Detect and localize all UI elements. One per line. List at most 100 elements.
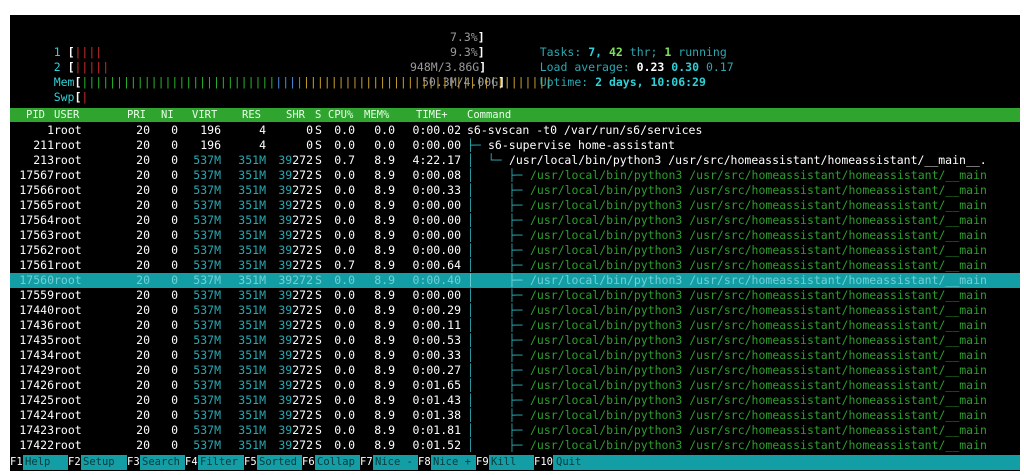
cell-command: /usr/local/bin/python3 /usr/src/homeassi… (530, 408, 987, 422)
process-table-header[interactable]: PID USER PRI NI VIRT RES SHR S CPU% MEM%… (10, 108, 1020, 122)
cell-cpu: 0.0 (334, 168, 355, 182)
fkey-label[interactable]: Filter (200, 455, 238, 470)
process-row[interactable]: 17566 root 20 0 537M 351M 39272 S 0.0 8.9 0:00.33 │… (10, 183, 1020, 198)
cell-command: /usr/local/bin/python3 /usr/src/homeassi… (530, 318, 987, 332)
col-virt[interactable]: VIRT (192, 108, 217, 122)
cell-virt: 196 (200, 123, 221, 137)
fkey-label[interactable]: Nice + (433, 455, 471, 470)
cell-shr: 39272 (278, 228, 313, 242)
process-row[interactable]: 17435 root 20 0 537M 351M 39272 S 0.0 8.9 0:00.53 │… (10, 333, 1020, 348)
cell-mem: 0.0 (374, 123, 395, 137)
process-row[interactable]: 17422 root 20 0 537M 351M 39272 S 0.0 8.9 0:01.52 │… (10, 438, 1020, 453)
cell-ni: 0 (171, 168, 178, 182)
fkey-nice[interactable]: F8 (418, 455, 431, 470)
col-mem[interactable]: MEM% (364, 108, 389, 122)
col-ni[interactable]: NI (161, 108, 174, 122)
cell-user: root (54, 408, 82, 422)
cell-shr: 39272 (278, 153, 313, 167)
process-row[interactable]: 17561 root 20 0 537M 351M 39272 S 0.7 8.9 0:00.64 │… (10, 258, 1020, 273)
cell-virt: 537M (193, 438, 221, 452)
fkey-setup[interactable]: F2 (68, 455, 81, 470)
fkey-collap[interactable]: F6 (302, 455, 315, 470)
fkey-label[interactable]: Setup (83, 455, 115, 470)
cell-s: S (315, 393, 322, 407)
cell-pid: 17440 (19, 303, 54, 317)
process-row[interactable]: 1 root 20 0 196 4 0 S 0.0 0.0 0:00.02 s6-svscan -t0… (10, 123, 1020, 138)
cell-res: 351M (238, 273, 266, 287)
process-row[interactable]: 211 root 20 0 196 4 0 S 0.0 0.0 0:00.00 ├─ s6-superv… (10, 138, 1020, 153)
fkey-search[interactable]: F3 (127, 455, 140, 470)
load15: 0.17 (705, 60, 734, 74)
tree-branch: │ ├─ (467, 438, 523, 452)
cell-command: /usr/local/bin/python3 /usr/src/homeassi… (530, 213, 987, 227)
cell-time: 0:00.53 (412, 333, 461, 347)
cell-s: S (315, 288, 322, 302)
fkey-label[interactable]: Collap (317, 455, 355, 470)
fkey-label[interactable]: Help (25, 455, 50, 470)
process-row[interactable]: 17562 root 20 0 537M 351M 39272 S 0.0 8.9 0:00.00 │… (10, 243, 1020, 258)
process-row[interactable]: 17434 root 20 0 537M 351M 39272 S 0.0 8.9 0:00.33 │… (10, 348, 1020, 363)
cell-res: 351M (238, 348, 266, 362)
cell-mem: 8.9 (374, 363, 395, 377)
htop-terminal[interactable]: 1 [|||| 7.3%] 2 [||||| 9.3%] Mem[|||||||… (10, 15, 1020, 471)
tree-branch: │ ├─ (467, 393, 523, 407)
cell-pid: 17562 (19, 243, 54, 257)
process-row[interactable]: 17440 root 20 0 537M 351M 39272 S 0.0 8.9 0:00.29 │… (10, 303, 1020, 318)
process-row[interactable]: 17429 root 20 0 537M 351M 39272 S 0.0 8.9 0:00.27 │… (10, 363, 1020, 378)
process-row[interactable]: 17563 root 20 0 537M 351M 39272 S 0.0 8.9 0:00.00 │… (10, 228, 1020, 243)
fkey-label[interactable]: Nice - (375, 455, 413, 470)
fkey-kill[interactable]: F9 (476, 455, 489, 470)
col-res[interactable]: RES (242, 108, 261, 122)
cell-user: root (54, 423, 82, 437)
cell-cpu: 0.0 (334, 288, 355, 302)
cell-virt: 537M (193, 183, 221, 197)
process-row[interactable]: 17426 root 20 0 537M 351M 39272 S 0.0 8.9 0:01.65 │… (10, 378, 1020, 393)
uptime: Uptime: 2 days, 10:06:29 (539, 75, 706, 89)
process-row[interactable]: 17423 root 20 0 537M 351M 39272 S 0.0 8.9 0:01.81 │… (10, 423, 1020, 438)
process-row[interactable]: 17565 root 20 0 537M 351M 39272 S 0.0 8.9 0:00.00 │… (10, 198, 1020, 213)
fkey-nice[interactable]: F7 (360, 455, 373, 470)
cell-pri: 20 (136, 438, 150, 452)
fkey-quit[interactable]: F10 (534, 455, 553, 470)
cell-shr: 39272 (278, 408, 313, 422)
col-cpu[interactable]: CPU% (328, 108, 353, 122)
process-row[interactable]: 17436 root 20 0 537M 351M 39272 S 0.0 8.9 0:00.11 │… (10, 318, 1020, 333)
cell-pri: 20 (136, 168, 150, 182)
cell-virt: 537M (193, 348, 221, 362)
col-pid[interactable]: PID (26, 108, 45, 122)
cell-user: root (54, 348, 82, 362)
cell-command: s6-svscan -t0 /var/run/s6/services (467, 123, 703, 137)
fkey-help[interactable]: F1 (10, 455, 23, 470)
cell-s: S (315, 198, 322, 212)
process-row[interactable]: 213 root 20 0 537M 351M 39272 S 0.7 8.9 4:22.17 │ └… (10, 153, 1020, 168)
process-row[interactable]: 17559 root 20 0 537M 351M 39272 S 0.0 8.9 0:00.00 │… (10, 288, 1020, 303)
fkey-label[interactable]: Search (142, 455, 180, 470)
cell-mem: 8.9 (374, 288, 395, 302)
fkey-label[interactable]: Kill (491, 455, 516, 470)
process-row[interactable]: 17564 root 20 0 537M 351M 39272 S 0.0 8.9 0:00.00 │… (10, 213, 1020, 228)
process-row[interactable]: 17560 root 20 0 537M 351M 39272 S 0.0 8.9 0:00.40 │… (10, 273, 1020, 288)
col-time[interactable]: TIME+ (416, 108, 448, 122)
fkey-sorted[interactable]: F5 (244, 455, 257, 470)
cell-command: /usr/local/bin/python3 /usr/src/homeassi… (530, 393, 987, 407)
fkey-label[interactable]: Quit (556, 455, 581, 470)
col-command[interactable]: Command (467, 108, 511, 122)
cell-mem: 8.9 (374, 438, 395, 452)
cell-res: 351M (238, 243, 266, 257)
process-row[interactable]: 17425 root 20 0 537M 351M 39272 S 0.0 8.9 0:01.43 │… (10, 393, 1020, 408)
cell-virt: 537M (193, 228, 221, 242)
process-row[interactable]: 17567 root 20 0 537M 351M 39272 S 0.0 8.9 0:00.08 │… (10, 168, 1020, 183)
col-shr[interactable]: SHR (286, 108, 305, 122)
cell-pri: 20 (136, 318, 150, 332)
col-pri[interactable]: PRI (127, 108, 146, 122)
cell-command: /usr/local/bin/python3 /usr/src/homeassi… (530, 168, 987, 182)
col-state[interactable]: S (315, 108, 321, 122)
fkey-filter[interactable]: F4 (185, 455, 198, 470)
fkey-label[interactable]: Sorted (259, 455, 297, 470)
cell-pid: 17564 (19, 213, 54, 227)
cell-shr: 39272 (278, 213, 313, 227)
process-row[interactable]: 17424 root 20 0 537M 351M 39272 S 0.0 8.9 0:01.38 │… (10, 408, 1020, 423)
cell-mem: 8.9 (374, 303, 395, 317)
cell-cpu: 0.0 (334, 333, 355, 347)
col-user[interactable]: USER (54, 108, 79, 122)
